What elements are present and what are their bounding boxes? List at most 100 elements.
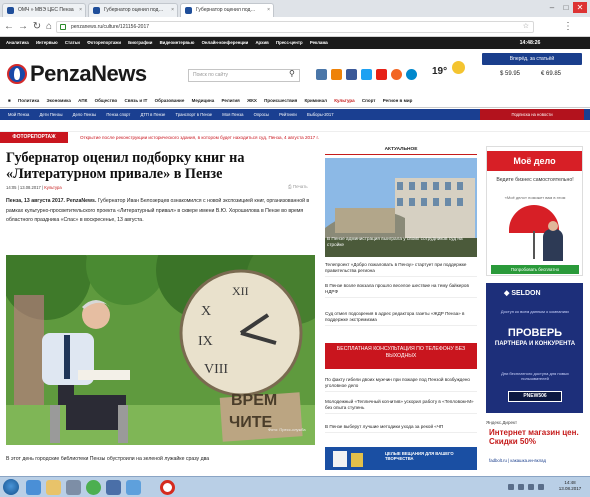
category-item[interactable]: Регион в мир bbox=[383, 98, 413, 103]
browser-tab[interactable]: Губернатор оценил под… × bbox=[88, 3, 178, 17]
network-icon[interactable] bbox=[126, 480, 141, 495]
project-item[interactable]: Дети Пензы bbox=[39, 112, 62, 117]
ad-moe-delo[interactable]: Моё дело Ведите бизнес самостоятельно! «… bbox=[486, 146, 583, 276]
consultation-banner[interactable]: БЕСПЛАТНАЯ КОНСУЛЬТАЦИЯ ПО ТЕЛЕФОНУ БЕЗ … bbox=[325, 343, 477, 369]
rss-icon[interactable] bbox=[391, 69, 402, 80]
subscribe-button[interactable]: Вперёд, за статьёй bbox=[482, 53, 582, 65]
topnav-item[interactable]: Интервью bbox=[36, 40, 58, 45]
topnav-item[interactable]: Видеоинтервью bbox=[160, 40, 195, 45]
topnav-item[interactable]: Фоторепортажи bbox=[87, 40, 121, 45]
close-window-button[interactable]: ✕ bbox=[573, 2, 587, 13]
project-item[interactable]: Опросы bbox=[254, 112, 269, 117]
article-category-link[interactable]: Культура bbox=[44, 185, 61, 190]
ie-icon[interactable] bbox=[26, 480, 41, 495]
news-list-item[interactable]: В Пензе выберут лучшие методики ухода за… bbox=[325, 424, 477, 433]
category-item[interactable]: Медицина bbox=[192, 98, 215, 103]
back-icon[interactable]: ← bbox=[3, 21, 15, 33]
lock-icon bbox=[60, 24, 66, 30]
menu-icon[interactable]: ⋮ bbox=[562, 21, 574, 33]
news-subscribe-button[interactable]: Подписка на новости bbox=[480, 109, 584, 120]
search-input[interactable]: Поиск по сайту bbox=[188, 69, 300, 82]
browser-tab-active[interactable]: Губернатор оценил под… × bbox=[180, 3, 274, 17]
start-button[interactable] bbox=[3, 479, 19, 495]
close-icon[interactable]: × bbox=[79, 4, 82, 17]
system-clock[interactable]: 14:48 13.08.2017 bbox=[553, 480, 587, 492]
odnoklassniki-icon[interactable] bbox=[331, 69, 342, 80]
ad-source-label[interactable]: Яндекс.Директ bbox=[486, 420, 517, 425]
telegram-icon[interactable] bbox=[406, 69, 417, 80]
opera-icon[interactable] bbox=[160, 480, 175, 495]
close-icon[interactable]: × bbox=[171, 4, 174, 17]
category-item[interactable]: АПК bbox=[78, 98, 87, 103]
ticker-text[interactable]: Открытие после реконструкции историческо… bbox=[80, 132, 319, 143]
app-icon[interactable] bbox=[106, 480, 121, 495]
maximize-button[interactable]: □ bbox=[559, 2, 573, 13]
minimize-button[interactable]: – bbox=[545, 2, 559, 13]
close-icon[interactable]: × bbox=[267, 4, 270, 17]
category-item-active[interactable]: Культура bbox=[334, 98, 354, 103]
folder-icon[interactable] bbox=[46, 480, 61, 495]
print-link[interactable]: ⎙ Печать bbox=[288, 184, 308, 189]
project-item[interactable]: Рейтинги bbox=[279, 112, 297, 117]
topnav-item[interactable]: Реклама bbox=[310, 40, 328, 45]
news-list-item[interactable]: В Пензе возле вокзала прошло веселое шес… bbox=[325, 283, 477, 298]
vk-icon[interactable] bbox=[316, 69, 327, 80]
project-item[interactable]: Пенза спорт bbox=[106, 112, 130, 117]
topnav-item[interactable]: Аналитика bbox=[6, 40, 29, 45]
category-item[interactable]: Происшествия bbox=[264, 98, 297, 103]
home-icon[interactable]: ⌂ bbox=[43, 21, 55, 33]
category-item[interactable]: Криминал bbox=[305, 98, 327, 103]
category-item[interactable]: Связь и IT bbox=[125, 98, 148, 103]
ad-try-free-button[interactable]: Попробовать бесплатно bbox=[491, 265, 579, 274]
media-icon[interactable] bbox=[66, 480, 81, 495]
text-ad-link[interactable]: fadbolt.ru | какашка.ин-вклад bbox=[489, 458, 583, 463]
project-item[interactable]: Транспорт в Пензе bbox=[176, 112, 213, 117]
reload-icon[interactable]: ↻ bbox=[31, 21, 43, 33]
news-list-item[interactable]: По факту гибели двоих мужчин при пожаре … bbox=[325, 377, 477, 392]
category-item[interactable]: Спорт bbox=[362, 98, 376, 103]
topnav-item[interactable]: Биографии bbox=[128, 40, 152, 45]
category-item[interactable]: ЖКХ bbox=[247, 98, 257, 103]
topnav-item[interactable]: Онлайн-конференции bbox=[202, 40, 249, 45]
tray-keyboard-icon[interactable] bbox=[538, 484, 544, 490]
site-datetime: 14:48:26 bbox=[519, 40, 541, 46]
twitter-icon[interactable] bbox=[361, 69, 372, 80]
browser-tab[interactable]: ОМЧ » МВЭ ЦЕС Пенза × bbox=[2, 3, 86, 17]
tray-volume-icon[interactable] bbox=[528, 484, 534, 490]
project-item[interactable]: ДТП в Пензе bbox=[141, 112, 166, 117]
category-item[interactable]: Экономика bbox=[46, 98, 70, 103]
ticker-label[interactable]: ФОТОРЕПОРТАЖ bbox=[0, 132, 68, 143]
forward-icon[interactable]: → bbox=[17, 21, 29, 33]
category-item[interactable]: Политика bbox=[18, 98, 39, 103]
promo-code-button[interactable]: PNEW506 bbox=[508, 391, 562, 402]
project-item[interactable]: Выборы-2017 bbox=[307, 112, 334, 117]
featured-news-caption[interactable]: В Пензе администрация выиграла у своих с… bbox=[327, 236, 475, 248]
tray-network-icon[interactable] bbox=[518, 484, 524, 490]
project-item[interactable]: Моя Пенза bbox=[222, 112, 243, 117]
topnav-item[interactable]: Статьи bbox=[65, 40, 80, 45]
site-logo[interactable]: PenzaNews bbox=[30, 61, 147, 87]
news-list-item[interactable]: Молодежный «Тепличный когнитив» ускорил … bbox=[325, 399, 477, 414]
bookmark-star-icon[interactable]: ☆ bbox=[523, 22, 529, 32]
topnav-item[interactable]: Пресс-центр bbox=[276, 40, 303, 45]
facebook-icon[interactable] bbox=[346, 69, 357, 80]
news-list-item[interactable]: Суд отмел подозрения в адрес редактора г… bbox=[325, 311, 477, 326]
ad-seldon[interactable]: ◆ SELDON Доступ ко всем данным о компани… bbox=[486, 283, 583, 413]
category-item[interactable]: Образование bbox=[155, 98, 185, 103]
home-icon[interactable]: ■ bbox=[8, 98, 11, 103]
category-item[interactable]: Религия bbox=[222, 98, 240, 103]
url-field[interactable]: penzanews.ru/culture/121156-2017 ☆ bbox=[56, 21, 534, 33]
project-item[interactable]: Мой Пенза bbox=[8, 112, 29, 117]
topnav-item[interactable]: Архив bbox=[255, 40, 268, 45]
tray-flag-icon[interactable] bbox=[508, 484, 514, 490]
text-ad-title[interactable]: Интернет магазин цен. Скидки 50% bbox=[489, 428, 583, 446]
news-list-item[interactable]: Телепроект «Добро пожаловать в Пензу» ст… bbox=[325, 262, 477, 277]
chrome-icon[interactable] bbox=[86, 480, 101, 495]
youtube-icon[interactable] bbox=[376, 69, 387, 80]
article-photo[interactable]: X IX VIII XII ВРЕМ ЧИТЕ bbox=[6, 255, 315, 445]
search-icon[interactable]: ⚲ bbox=[289, 69, 295, 78]
bottom-ad-banner[interactable]: ЦЕЛЫЕ ВЕЩАНИЯ ДЛЯ ВАШЕГО ТВОРЧЕСТВА bbox=[325, 447, 477, 470]
project-item[interactable]: Дело Пензы bbox=[73, 112, 97, 117]
logo-icon[interactable] bbox=[7, 64, 27, 84]
category-item[interactable]: Общество bbox=[95, 98, 118, 103]
